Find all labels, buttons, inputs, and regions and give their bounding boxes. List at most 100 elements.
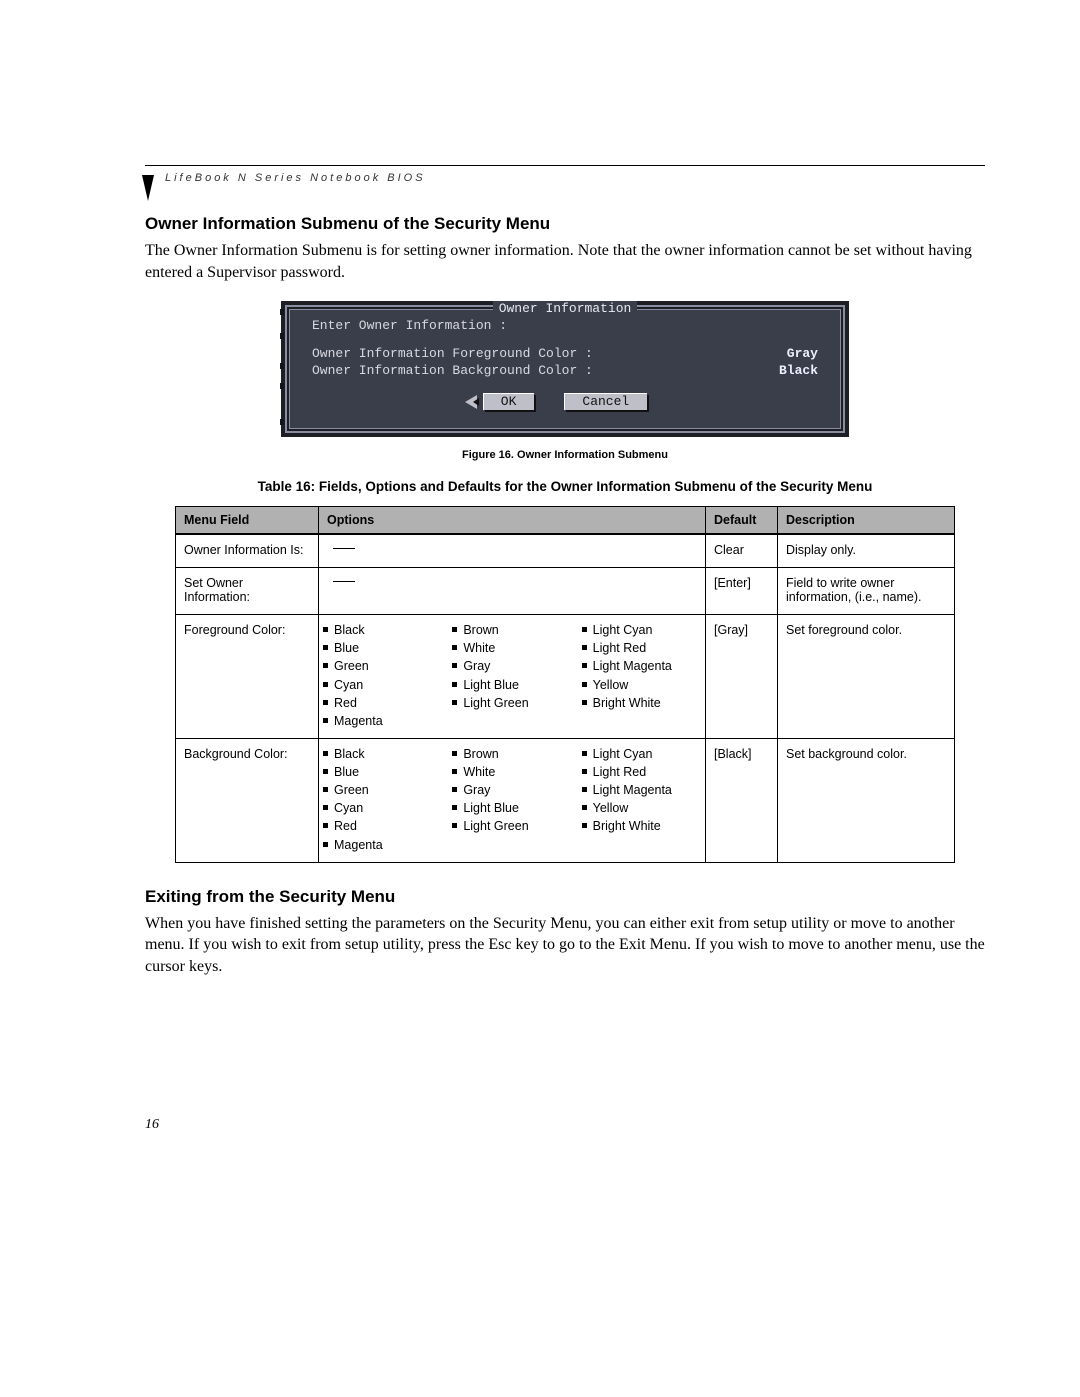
option-label: Magenta <box>334 712 383 730</box>
cell-options: BlackBlueGreenCyanRedMagenta BrownWhiteGr… <box>319 738 706 862</box>
option-item: Yellow <box>582 799 701 817</box>
th-description: Description <box>778 507 955 535</box>
table-row: Foreground Color:BlackBlueGreenCyanRedMa… <box>176 615 955 739</box>
bullet-icon <box>323 769 328 774</box>
option-label: Gray <box>463 657 490 675</box>
option-item: Light Magenta <box>582 781 701 799</box>
option-label: Yellow <box>593 676 629 694</box>
option-item: Blue <box>323 763 442 781</box>
page-header: LifeBook N Series Notebook BIOS <box>145 165 985 184</box>
option-item: Light Green <box>452 817 571 835</box>
option-label: Light Blue <box>463 799 519 817</box>
bullet-icon <box>452 663 457 668</box>
bullet-icon <box>582 682 587 687</box>
bios-cancel-button[interactable]: Cancel <box>564 393 647 410</box>
bullet-icon <box>323 823 328 828</box>
option-item: Black <box>323 621 442 639</box>
option-item: Green <box>323 781 442 799</box>
bullet-icon <box>582 627 587 632</box>
option-item: Red <box>323 817 442 835</box>
option-label: Brown <box>463 621 498 639</box>
option-item: Cyan <box>323 676 442 694</box>
option-label: Green <box>334 781 369 799</box>
option-label: White <box>463 639 495 657</box>
option-label: Light Magenta <box>593 657 672 675</box>
section-paragraph-owner-info: The Owner Information Submenu is for set… <box>145 240 985 283</box>
cell-menu-field: Background Color: <box>176 738 319 862</box>
cell-default: [Enter] <box>706 568 778 615</box>
option-label: Black <box>334 745 365 763</box>
option-item: Bright White <box>582 694 701 712</box>
bullet-icon <box>323 718 328 723</box>
bullet-icon <box>582 787 587 792</box>
section-heading-owner-info: Owner Information Submenu of the Securit… <box>145 214 985 234</box>
option-label: Red <box>334 694 357 712</box>
bullet-icon <box>452 805 457 810</box>
bullet-icon <box>582 700 587 705</box>
bullet-icon <box>582 823 587 828</box>
option-item: Yellow <box>582 676 701 694</box>
option-label: Cyan <box>334 799 363 817</box>
bullet-icon <box>323 842 328 847</box>
option-item: Brown <box>452 745 571 763</box>
bullet-icon <box>582 663 587 668</box>
option-item: Cyan <box>323 799 442 817</box>
bios-fg-value: Gray <box>787 346 818 361</box>
option-item: Magenta <box>323 712 442 730</box>
cell-description: Display only. <box>778 534 955 568</box>
option-label: Black <box>334 621 365 639</box>
cell-default: Clear <box>706 534 778 568</box>
option-item: Green <box>323 657 442 675</box>
bullet-icon <box>323 700 328 705</box>
bullet-icon <box>452 769 457 774</box>
fields-table: Menu Field Options Default Description O… <box>175 506 955 863</box>
bullet-icon <box>323 751 328 756</box>
option-item: Light Red <box>582 639 701 657</box>
option-item: Blue <box>323 639 442 657</box>
option-label: Light Blue <box>463 676 519 694</box>
bullet-icon <box>323 627 328 632</box>
cell-options: BlackBlueGreenCyanRedMagenta BrownWhiteGr… <box>319 615 706 739</box>
bullet-icon <box>323 663 328 668</box>
th-default: Default <box>706 507 778 535</box>
option-label: Blue <box>334 639 359 657</box>
bios-ok-button[interactable]: OK <box>483 393 535 410</box>
option-item: Light Cyan <box>582 621 701 639</box>
cell-options <box>319 534 706 568</box>
cell-description: Set background color. <box>778 738 955 862</box>
cell-description: Set foreground color. <box>778 615 955 739</box>
option-label: Light Green <box>463 817 528 835</box>
bios-screenshot: Owner Information Enter Owner Informatio… <box>281 301 849 437</box>
bullet-icon <box>323 682 328 687</box>
option-label: Light Green <box>463 694 528 712</box>
option-item: Light Red <box>582 763 701 781</box>
table-row: Set Owner Information:[Enter]Field to wr… <box>176 568 955 615</box>
bullet-icon <box>452 645 457 650</box>
bullet-icon <box>452 751 457 756</box>
option-label: White <box>463 763 495 781</box>
option-label: Green <box>334 657 369 675</box>
option-item: Magenta <box>323 836 442 854</box>
header-title: LifeBook N Series Notebook BIOS <box>165 172 985 184</box>
bios-bg-label: Owner Information Background Color : <box>312 363 593 378</box>
table-row: Owner Information Is:ClearDisplay only. <box>176 534 955 568</box>
bullet-icon <box>323 787 328 792</box>
option-item: Brown <box>452 621 571 639</box>
section-paragraph-exiting: When you have finished setting the param… <box>145 913 985 978</box>
option-label: Red <box>334 817 357 835</box>
bios-title: Owner Information <box>493 301 638 316</box>
option-item: Light Magenta <box>582 657 701 675</box>
table-caption: Table 16: Fields, Options and Defaults f… <box>145 479 985 494</box>
option-label: Bright White <box>593 817 661 835</box>
bullet-icon <box>452 700 457 705</box>
option-item: Light Blue <box>452 799 571 817</box>
option-item: Gray <box>452 781 571 799</box>
cell-menu-field: Foreground Color: <box>176 615 319 739</box>
dash-icon <box>333 581 355 582</box>
selection-arrow-icon <box>473 398 479 406</box>
option-label: Cyan <box>334 676 363 694</box>
table-row: Background Color:BlackBlueGreenCyanRedMa… <box>176 738 955 862</box>
option-item: Light Cyan <box>582 745 701 763</box>
option-label: Light Red <box>593 763 647 781</box>
bullet-icon <box>323 645 328 650</box>
